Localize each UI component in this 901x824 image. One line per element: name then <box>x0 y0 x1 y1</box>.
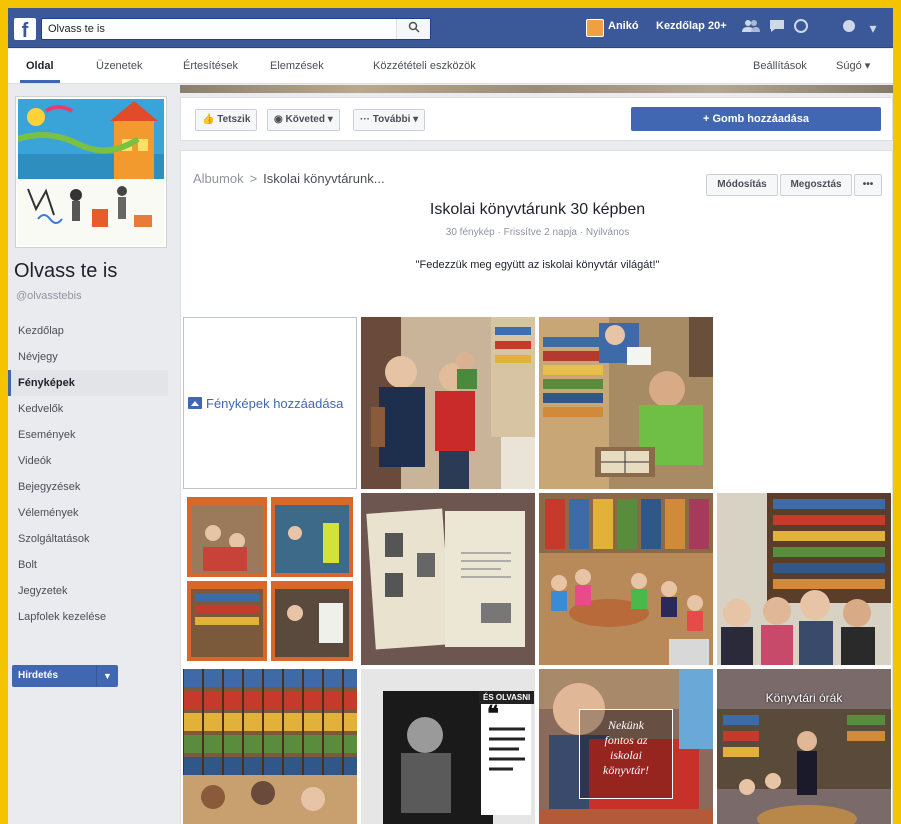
add-button-cta[interactable]: + Gomb hozzáadása <box>631 107 881 131</box>
home-label: Kezdőlap <box>656 20 705 32</box>
promote-label: Hirdetés <box>18 670 59 681</box>
photo-tile[interactable] <box>539 493 713 665</box>
photo-tile[interactable]: ❝ ÉS OLVASNI <box>361 669 535 824</box>
photo-tile[interactable] <box>539 317 713 489</box>
photo-tile[interactable] <box>183 669 357 824</box>
album-more-button[interactable]: ••• <box>854 174 882 196</box>
photo-tile[interactable]: Könyvtári órák <box>717 669 891 824</box>
tab-messages[interactable]: Üzenetek <box>96 49 142 84</box>
search-icon[interactable] <box>396 19 430 39</box>
user-avatar[interactable] <box>586 19 604 37</box>
sidebar-item-manage-tabs[interactable]: Lapfolek kezelése <box>8 604 168 630</box>
add-photos-label: Fényképek hozzáadása <box>206 396 344 411</box>
sidebar-item-shop[interactable]: Bolt <box>8 552 168 578</box>
tab-notifications[interactable]: Értesítések <box>183 49 238 84</box>
quick-help-icon[interactable] <box>840 19 858 37</box>
help-link[interactable]: Súgó ▾ <box>836 49 870 84</box>
tab-page[interactable]: Oldal <box>20 49 60 83</box>
breadcrumb-separator: > <box>249 171 258 186</box>
notifications-icon[interactable] <box>792 19 810 37</box>
sidebar-item-services[interactable]: Szolgáltatások <box>8 526 168 552</box>
album-title: Iskolai könyvtárunk 30 képben <box>429 201 646 218</box>
top-bar: f Anikó Kezdőlap 20+ ▾ <box>8 8 893 48</box>
ellipsis-icon: ··· <box>360 114 370 125</box>
page-title[interactable]: Olvass te is <box>14 260 117 283</box>
search-box[interactable] <box>41 18 431 40</box>
search-input[interactable] <box>42 19 392 39</box>
cover-photo <box>180 85 893 93</box>
photo-tile[interactable]: Nekünk fontos az iskolai könyvtár! <box>539 669 713 824</box>
sidebar-item-notes[interactable]: Jegyzetek <box>8 578 168 604</box>
more-options-button[interactable]: ··· További ▾ <box>353 109 426 131</box>
like-page-button[interactable]: 👍 Tetszik <box>195 109 258 131</box>
album-meta: 30 fénykép · Frissítve 2 napja · Nyilván… <box>445 227 630 238</box>
breadcrumb-current: Iskolai könyvtárunk... <box>263 171 385 186</box>
settings-link[interactable]: Beállítások <box>753 49 807 84</box>
photo-tile[interactable] <box>717 493 891 665</box>
rss-icon: ◉ <box>274 114 283 125</box>
overlay-line: Nekünk <box>608 718 644 732</box>
photo-caption: Könyvtári órák <box>765 691 843 705</box>
svg-text:❝: ❝ <box>487 701 499 726</box>
tab-publishing-tools[interactable]: Közzétételi eszközök <box>373 49 476 84</box>
sidebar-item-events[interactable]: Események <box>8 422 168 448</box>
like-button-label: Tetszik <box>217 114 251 125</box>
breadcrumb: Albumok > Iskolai könyvtárunk... <box>193 171 385 186</box>
photo-tile[interactable] <box>183 493 357 665</box>
more-button-label: További ▾ <box>372 114 419 125</box>
sidebar-item-photos[interactable]: Fényképek <box>8 370 168 396</box>
tab-insights[interactable]: Elemzések <box>270 49 324 84</box>
overlay-line: fontos az <box>604 733 648 747</box>
page-username[interactable]: @olvasstebis <box>16 290 82 302</box>
overlay-line: könyvtár! <box>603 763 649 777</box>
sidebar-item-posts[interactable]: Bejegyzések <box>8 474 168 500</box>
sidebar-item-home[interactable]: Kezdőlap <box>8 318 168 344</box>
sidebar-item-reviews[interactable]: Vélemények <box>8 500 168 526</box>
sidebar-item-videos[interactable]: Videók <box>8 448 168 474</box>
sidebar-item-about[interactable]: Névjegy <box>8 344 168 370</box>
share-album-button[interactable]: Megosztás <box>780 174 852 196</box>
thumbs-up-icon: 👍 <box>202 114 215 125</box>
account-menu-chevron-down-icon[interactable]: ▾ <box>864 19 882 37</box>
add-photo-icon <box>188 397 202 409</box>
follow-button[interactable]: ◉ Követed ▾ <box>267 109 340 131</box>
sidebar-item-likes[interactable]: Kedvelők <box>8 396 168 422</box>
overlay-line: iskolai <box>610 748 642 762</box>
promote-button[interactable]: Hirdetés ▼ <box>12 665 118 687</box>
home-link[interactable]: Kezdőlap 20+ <box>656 20 727 32</box>
profile-link[interactable]: Anikó <box>608 20 639 32</box>
facebook-logo-icon[interactable]: f <box>14 18 36 40</box>
profile-picture[interactable] <box>16 97 166 247</box>
photo-tile[interactable] <box>361 317 535 489</box>
messages-icon[interactable] <box>768 19 786 37</box>
photo-tile[interactable] <box>361 493 535 665</box>
breadcrumb-albums-link[interactable]: Albumok <box>193 171 244 186</box>
page-management-nav: Oldal Üzenetek Értesítések Elemzések Köz… <box>8 49 893 84</box>
follow-button-label: Követed ▾ <box>285 114 333 125</box>
edit-album-button[interactable]: Módosítás <box>706 174 778 196</box>
promote-chevron-down-icon[interactable]: ▼ <box>96 665 118 687</box>
poster-banner: ÉS OLVASNI <box>479 691 535 704</box>
album-description: "Fedezzük meg együtt az iskolai könyvtár… <box>415 259 660 271</box>
home-count-badge: 20+ <box>707 20 727 32</box>
add-photos-tile[interactable]: Fényképek hozzáadása <box>183 317 357 489</box>
album-card: Albumok > Iskolai könyvtárunk... Módosítás… <box>180 150 893 824</box>
browser-frame: f Anikó Kezdőlap 20+ ▾ Oldal Üzenetek Ér… <box>8 8 893 824</box>
quote-overlay: Nekünk fontos az iskolai könyvtár! <box>579 709 673 799</box>
friend-requests-icon[interactable] <box>742 19 760 37</box>
page-action-bar: 👍 Tetszik ◉ Követed ▾ ··· További ▾ + Go… <box>180 97 893 141</box>
